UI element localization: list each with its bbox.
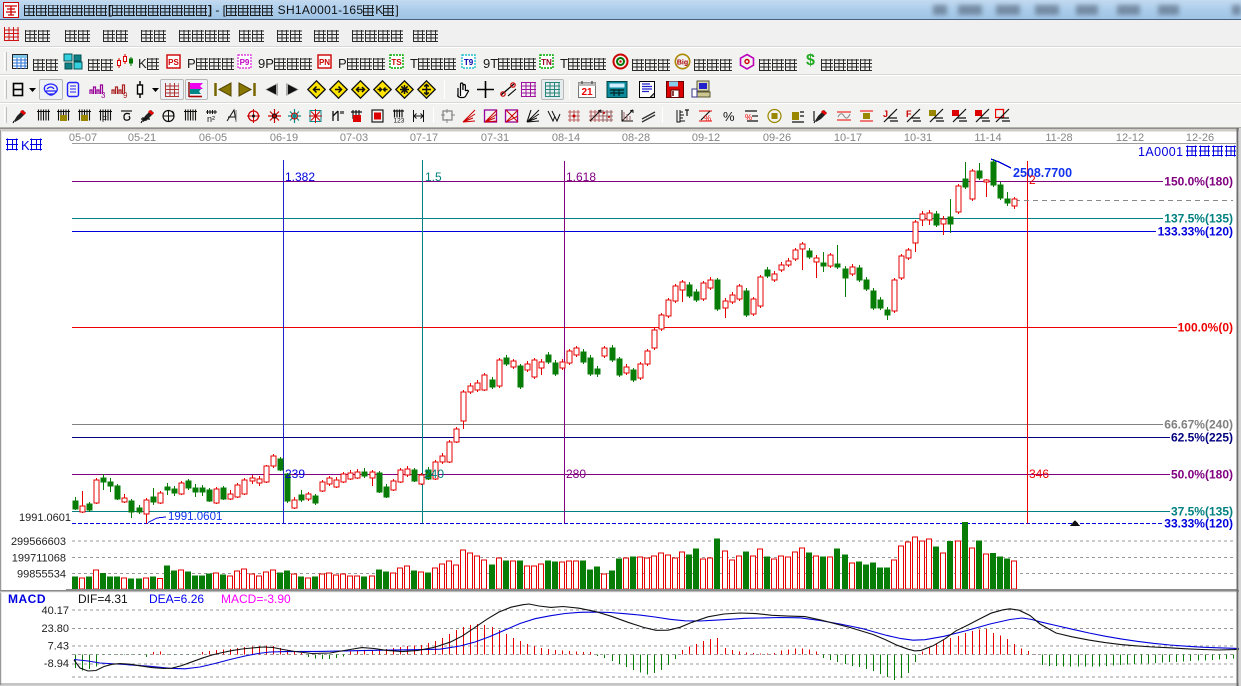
svg-text:40.17: 40.17 [41,605,69,617]
svg-text:1.5: 1.5 [425,170,442,184]
svg-text:08-28: 08-28 [622,132,650,144]
svg-text:100.0%(0): 100.0%(0) [1178,321,1233,335]
svg-text:66.67%(240): 66.67%(240) [1164,418,1233,432]
svg-text:-8.94: -8.94 [44,658,69,670]
svg-text:07-17: 07-17 [410,132,438,144]
svg-text:06-05: 06-05 [199,132,227,144]
svg-text:Big: Big [677,60,688,67]
svg-text:05-21: 05-21 [128,132,156,144]
svg-text:33.33%(120): 33.33%(120) [1164,517,1233,531]
svg-text:07-03: 07-03 [340,132,368,144]
svg-text:12-12: 12-12 [1116,132,1144,144]
svg-text:10-31: 10-31 [904,132,932,144]
svg-text:50.0%(180): 50.0%(180) [1171,468,1233,482]
svg-text:280: 280 [566,467,586,481]
svg-text:2: 2 [1029,173,1036,187]
svg-text:7.43: 7.43 [48,641,69,653]
svg-text:1991.0601: 1991.0601 [19,512,71,524]
svg-text:240: 240 [424,467,444,481]
svg-text:DEA=6.26: DEA=6.26 [149,592,204,606]
svg-text:1.618: 1.618 [566,170,596,184]
svg-text:123: 123 [394,118,405,125]
svg-text:99855534: 99855534 [17,569,66,581]
svg-text:%: % [704,114,711,123]
svg-text:TN: TN [541,58,552,67]
svg-text:11-14: 11-14 [974,132,1001,144]
svg-text:J: J [883,109,888,119]
svg-text:11-28: 11-28 [1045,132,1072,144]
svg-text:10-17: 10-17 [834,132,862,144]
svg-text:62.5%(225): 62.5%(225) [1171,431,1233,445]
svg-text:07-31: 07-31 [481,132,509,144]
svg-text:239: 239 [285,467,305,481]
svg-text:199711068: 199711068 [12,553,66,565]
svg-text:05-07: 05-07 [69,132,97,144]
svg-text:09-12: 09-12 [692,132,720,144]
svg-text:3: 3 [101,91,106,99]
svg-text:MACD=-3.90: MACD=-3.90 [221,592,291,606]
svg-text:MACD: MACD [8,592,46,606]
svg-text:346: 346 [1029,467,1049,481]
svg-text:23.80: 23.80 [41,623,69,635]
svg-text:06-19: 06-19 [270,132,298,144]
svg-text:F: F [102,115,107,124]
svg-text:299566603: 299566603 [11,536,66,548]
svg-text:%: % [723,109,735,124]
svg-text:PS: PS [168,58,179,67]
svg-text:TS: TS [391,58,402,67]
svg-text:12-26: 12-26 [1186,132,1214,144]
svg-text:K: K [21,138,30,153]
svg-text:9: 9 [123,91,128,99]
svg-text:1.382: 1.382 [285,170,315,184]
svg-text:137.5%(135): 137.5%(135) [1164,212,1233,226]
svg-text:DIF=4.31: DIF=4.31 [78,592,128,606]
svg-text:1A0001: 1A0001 [1138,145,1184,159]
svg-text:1991.0601: 1991.0601 [168,511,222,523]
svg-text:150.0%(180): 150.0%(180) [1164,175,1233,189]
svg-text:133.33%(120): 133.33%(120) [1158,225,1233,239]
svg-text:09-26: 09-26 [763,132,791,144]
svg-text:%: % [745,113,752,122]
svg-text:08-14: 08-14 [552,132,580,144]
svg-text:2508.7700: 2508.7700 [1013,166,1072,180]
svg-text:21: 21 [581,87,593,98]
svg-text:T9: T9 [464,58,474,67]
svg-text:n²: n² [207,114,215,124]
svg-text:PN: PN [319,58,330,67]
svg-text:P9: P9 [240,58,250,67]
